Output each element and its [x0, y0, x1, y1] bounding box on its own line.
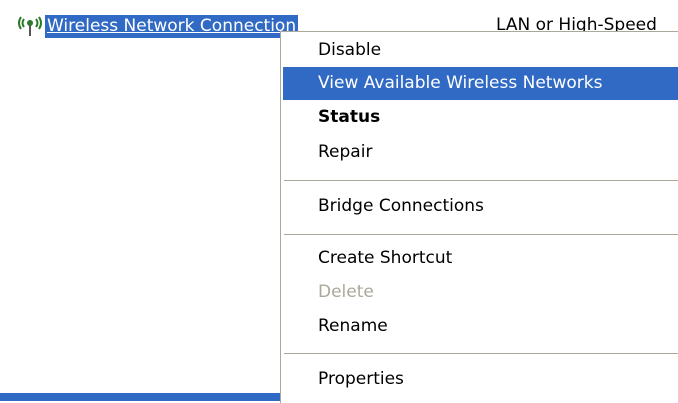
menu-item-bridge-connections[interactable]: Bridge Connections — [283, 190, 678, 223]
menu-item-rename[interactable]: Rename — [283, 310, 678, 343]
menu-item-create-shortcut[interactable]: Create Shortcut — [283, 242, 678, 275]
wireless-antenna-icon — [16, 12, 44, 40]
menu-item-delete: Delete — [318, 282, 374, 302]
connection-item[interactable]: Wireless Network Connection — [16, 12, 299, 40]
menu-separator — [284, 234, 678, 235]
menu-item-view-available-wireless-networks[interactable]: View Available Wireless Networks — [283, 67, 678, 100]
context-menu: Disable View Available Wireless Networks… — [280, 31, 678, 403]
menu-item-disable[interactable]: Disable — [283, 34, 678, 67]
menu-item-status[interactable]: Status — [283, 101, 678, 134]
menu-item-repair[interactable]: Repair — [283, 136, 678, 169]
menu-item-properties[interactable]: Properties — [283, 363, 678, 396]
menu-separator — [284, 353, 678, 354]
menu-separator — [284, 180, 678, 181]
connection-name-label[interactable]: Wireless Network Connection — [45, 14, 299, 38]
selection-bar — [0, 393, 300, 401]
